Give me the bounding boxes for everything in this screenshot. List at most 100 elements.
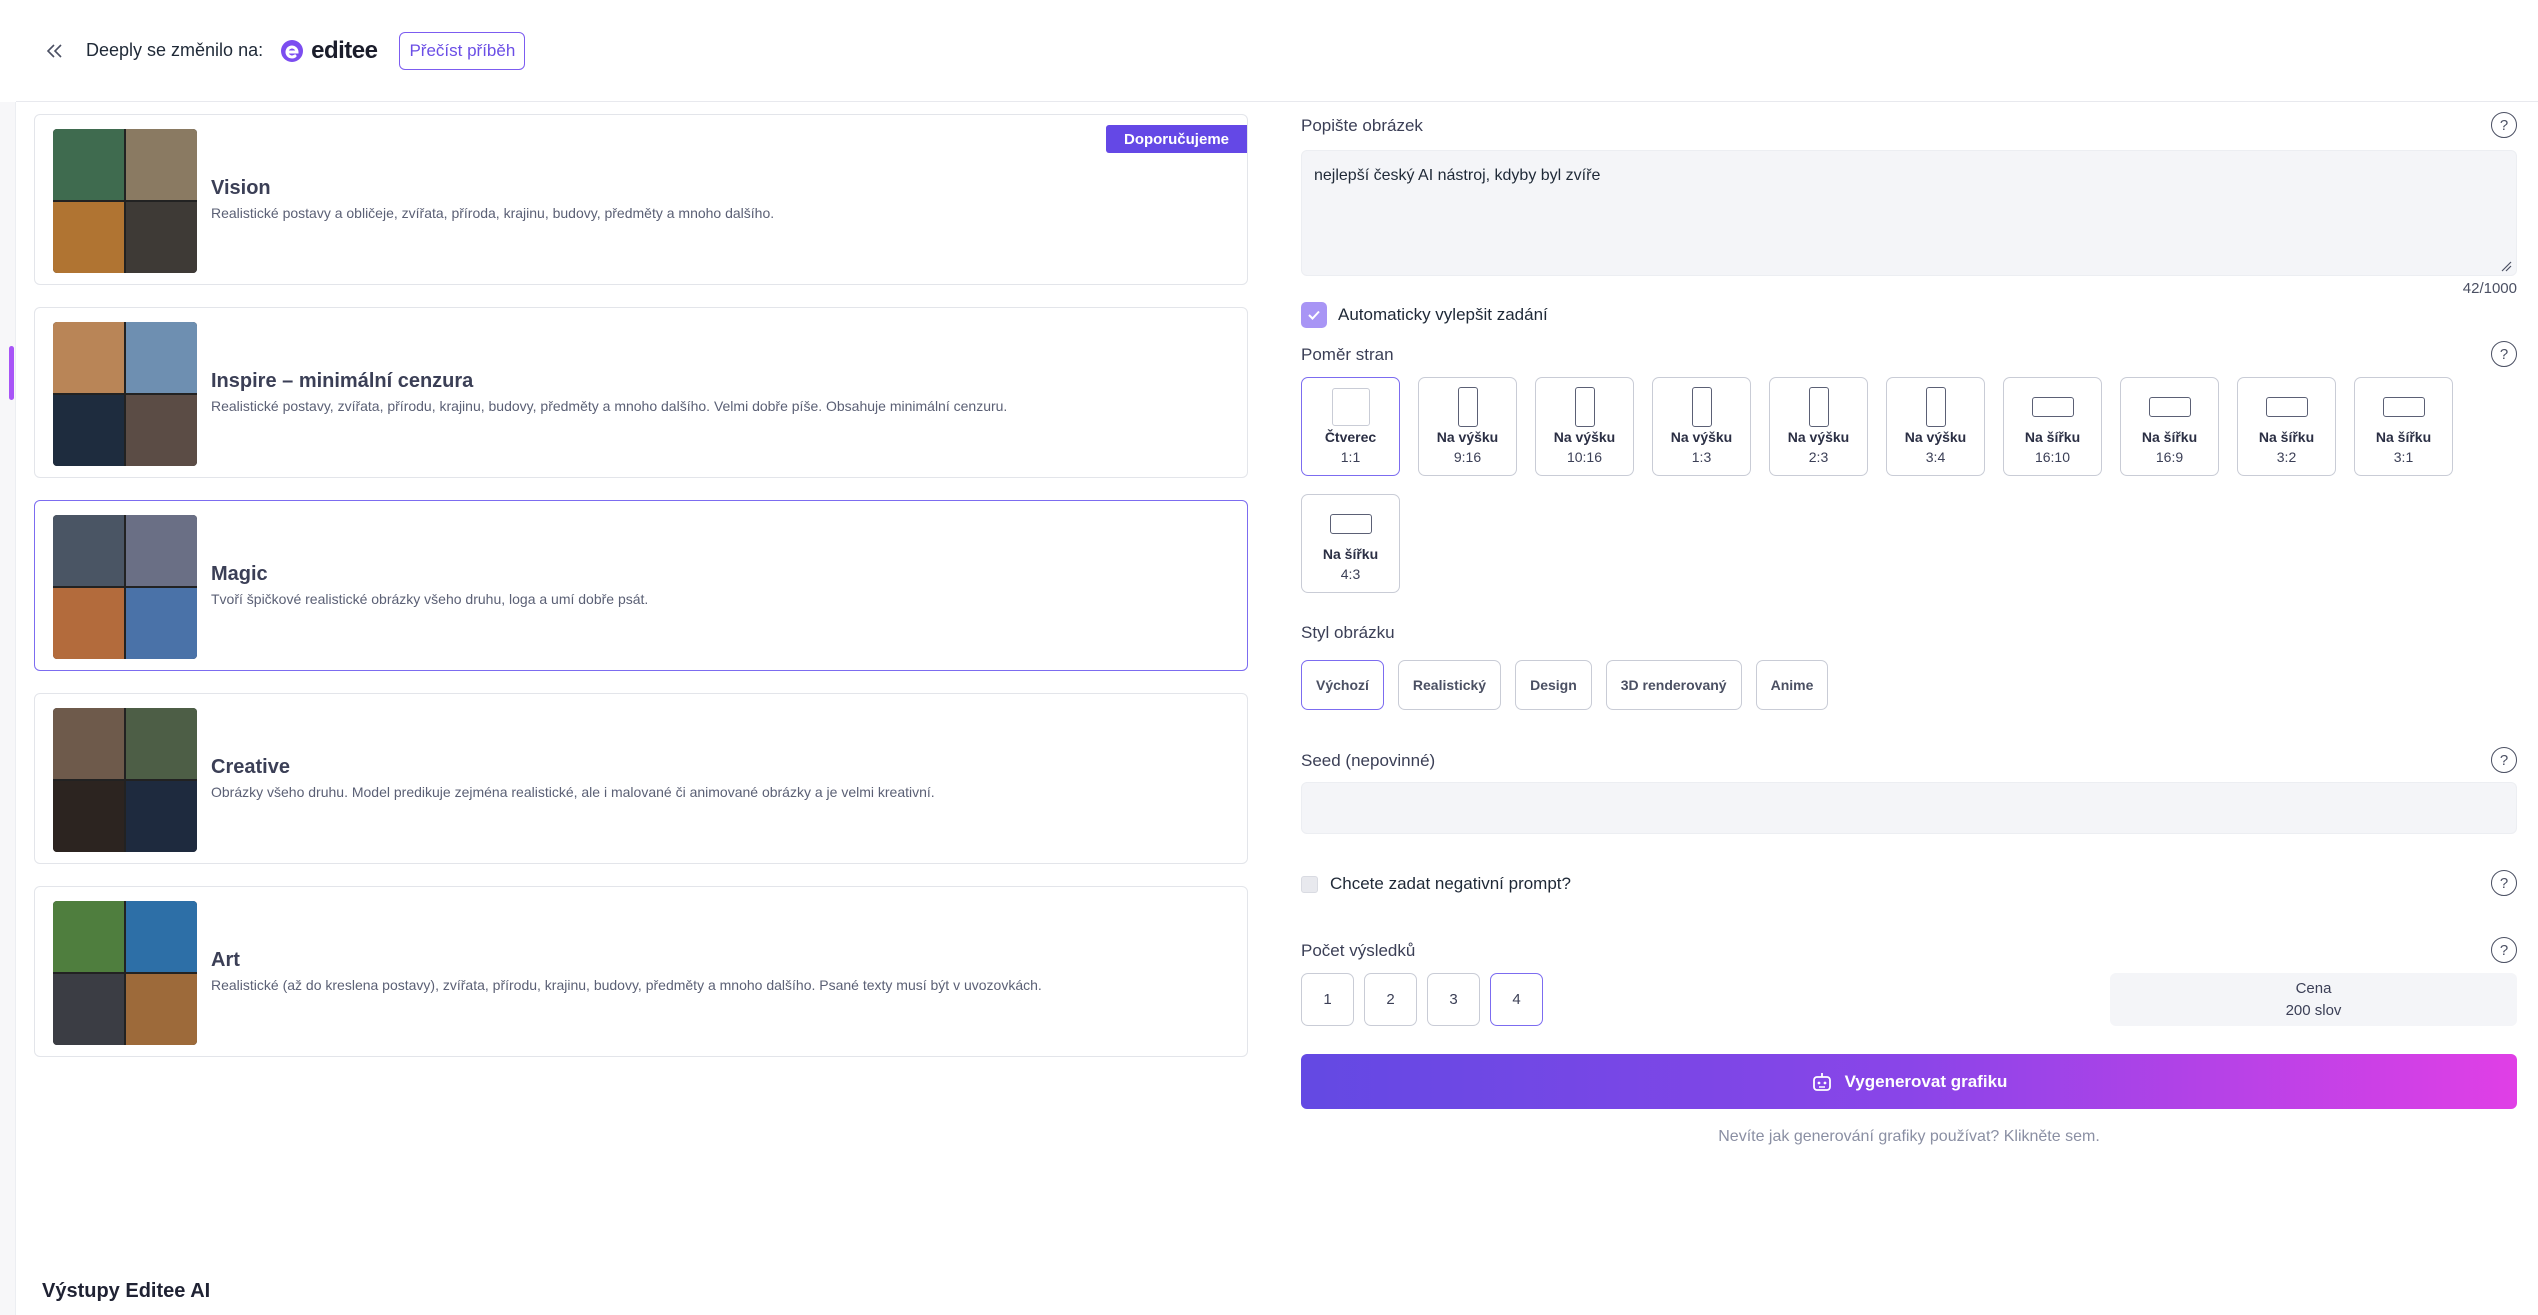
- thumb-tile: [53, 202, 124, 273]
- seed-input[interactable]: [1301, 782, 2517, 834]
- aspect-name: Na šířku: [2258, 429, 2315, 445]
- double-chevron-left-icon[interactable]: [42, 38, 68, 64]
- outputs-title: Výstupy Editee AI: [42, 1280, 211, 1302]
- model-title: Magic: [211, 563, 268, 585]
- landscape-shape-icon: [2265, 396, 2308, 417]
- aspect-ratio-option[interactable]: Na výšku 1:3: [1652, 377, 1751, 476]
- result-count-option[interactable]: 2: [1364, 973, 1417, 1026]
- style-option[interactable]: Anime: [1755, 660, 1829, 710]
- result-count-option[interactable]: 1: [1301, 973, 1354, 1026]
- aspect-ratio-option[interactable]: Čtverec 1:1: [1301, 377, 1400, 476]
- help-icon[interactable]: ?: [2491, 112, 2517, 138]
- thumb-tile: [53, 708, 124, 779]
- style-option[interactable]: Výchozí: [1301, 660, 1384, 710]
- aspect-name: Na výšku: [1553, 429, 1616, 445]
- portrait-shape-icon: [1925, 386, 1946, 427]
- landscape-shape-icon: [2031, 396, 2074, 417]
- auto-improve-row[interactable]: Automaticky vylepšit zadání: [1301, 302, 1548, 328]
- aspect-ratio-option[interactable]: Na výšku 10:16: [1535, 377, 1634, 476]
- aspect-ratio-option[interactable]: Na šířku 4:3: [1301, 494, 1400, 593]
- thumb-tile: [126, 588, 197, 659]
- aspect-value: 16:10: [2034, 449, 2071, 465]
- model-list: Vision Realistické postavy a obličeje, z…: [34, 114, 1248, 1079]
- model-card-inspire[interactable]: Inspire – minimální cenzura Realistické …: [34, 307, 1248, 478]
- style-option[interactable]: Design: [1515, 660, 1592, 710]
- thumb-tile: [126, 901, 197, 972]
- aspect-shape: [1457, 378, 1478, 428]
- aspect-shape: [1329, 495, 1372, 545]
- aspect-value: 3:2: [2276, 449, 2297, 465]
- model-thumbnail: [53, 515, 197, 659]
- aspect-value: 9:16: [1453, 449, 1482, 465]
- auto-improve-label: Automaticky vylepšit zadání: [1338, 305, 1548, 324]
- model-card-magic[interactable]: Magic Tvoří špičkové realistické obrázky…: [34, 500, 1248, 671]
- model-title: Vision: [211, 177, 271, 199]
- aspect-name: Na výšku: [1787, 429, 1850, 445]
- aspect-value: 3:4: [1925, 449, 1946, 465]
- landscape-shape-icon: [2148, 396, 2191, 417]
- model-card-vision[interactable]: Vision Realistické postavy a obličeje, z…: [34, 114, 1248, 285]
- aspect-shape: [2148, 378, 2191, 428]
- read-story-button[interactable]: Přečíst příběh: [399, 31, 526, 70]
- robot-icon: [1811, 1071, 1833, 1093]
- style-option[interactable]: Realistický: [1397, 660, 1502, 710]
- model-card-art[interactable]: Art Realistické (až do kreslena postavy)…: [34, 886, 1248, 1057]
- thumb-tile: [126, 395, 197, 466]
- rebrand-notice: Deeply se změnilo na:: [86, 40, 264, 60]
- aspect-name: Na šířku: [2141, 429, 2198, 445]
- portrait-shape-icon: [1574, 386, 1595, 427]
- aspect-ratio-option[interactable]: Na šířku 16:9: [2120, 377, 2219, 476]
- aspect-ratio-option[interactable]: Na šířku 3:1: [2354, 377, 2453, 476]
- model-title: Inspire – minimální cenzura: [211, 370, 474, 392]
- generate-label: Vygenerovat grafiku: [1844, 1071, 2008, 1091]
- aspect-value: 1:3: [1691, 449, 1712, 465]
- thumb-tile: [126, 974, 197, 1045]
- price-box: Cena 200 slov: [2110, 973, 2517, 1026]
- aspect-name: Čtverec: [1324, 429, 1377, 445]
- thumb-tile: [53, 515, 124, 586]
- generate-button[interactable]: Vygenerovat grafiku: [1301, 1054, 2517, 1109]
- aspect-ratio-option[interactable]: Na výšku 2:3: [1769, 377, 1868, 476]
- aspect-shape: [2382, 378, 2425, 428]
- model-description: Realistické postavy, zvířata, přírodu, k…: [211, 398, 1008, 414]
- square-shape-icon: [1331, 387, 1370, 426]
- resize-grip-icon[interactable]: [2500, 259, 2512, 272]
- aspect-shape: [2265, 378, 2308, 428]
- thumb-tile: [126, 202, 197, 273]
- aspect-name: Na šířku: [2024, 429, 2081, 445]
- describe-label: Popište obrázek: [1301, 116, 1423, 135]
- result-count-option[interactable]: 4: [1490, 973, 1543, 1026]
- help-icon[interactable]: ?: [2491, 747, 2517, 773]
- prompt-textarea[interactable]: nejlepší český AI nástroj, kdyby byl zví…: [1301, 150, 2517, 276]
- result-count-option[interactable]: 3: [1427, 973, 1480, 1026]
- portrait-shape-icon: [1808, 386, 1829, 427]
- aspect-value: 16:9: [2155, 449, 2184, 465]
- style-option[interactable]: 3D renderovaný: [1605, 660, 1742, 710]
- aspect-ratio-option[interactable]: Na šířku 16:10: [2003, 377, 2102, 476]
- help-link[interactable]: Nevíte jak generování grafiky používat? …: [1301, 1128, 2517, 1146]
- aspect-shape: [1331, 378, 1370, 428]
- help-icon[interactable]: ?: [2491, 870, 2517, 896]
- help-icon[interactable]: ?: [2491, 341, 2517, 367]
- left-sidebar-strip: [0, 102, 16, 1315]
- help-icon[interactable]: ?: [2491, 937, 2517, 963]
- editee-logo-icon: [279, 38, 305, 64]
- negative-prompt-row[interactable]: Chcete zadat negativní prompt?: [1301, 874, 1571, 894]
- aspect-ratio-option[interactable]: Na šířku 3:2: [2237, 377, 2336, 476]
- brand[interactable]: editee: [279, 37, 378, 65]
- seed-label: Seed (nepovinné): [1301, 751, 1436, 770]
- recommended-badge: Doporučujeme: [1105, 125, 1247, 153]
- model-card-creative[interactable]: Creative Obrázky všeho druhu. Model pred…: [34, 693, 1248, 864]
- style-options: Výchozí Realistický Design 3D renderovaný An…: [1301, 660, 1829, 710]
- aspect-value: 2:3: [1808, 449, 1829, 465]
- aspect-value: 3:1: [2393, 449, 2414, 465]
- negative-prompt-checkbox[interactable]: [1301, 875, 1318, 893]
- auto-improve-checkbox[interactable]: [1301, 302, 1327, 328]
- aspect-value: 10:16: [1566, 449, 1603, 465]
- model-description: Tvoří špičkové realistické obrázky všeho…: [211, 591, 649, 607]
- aspect-shape: [1925, 378, 1946, 428]
- aspect-ratio-option[interactable]: Na výšku 9:16: [1418, 377, 1517, 476]
- thumb-tile: [126, 708, 197, 779]
- top-bar: Deeply se změnilo na: editee Přečíst pří…: [16, 0, 2538, 102]
- aspect-ratio-option[interactable]: Na výšku 3:4: [1886, 377, 1985, 476]
